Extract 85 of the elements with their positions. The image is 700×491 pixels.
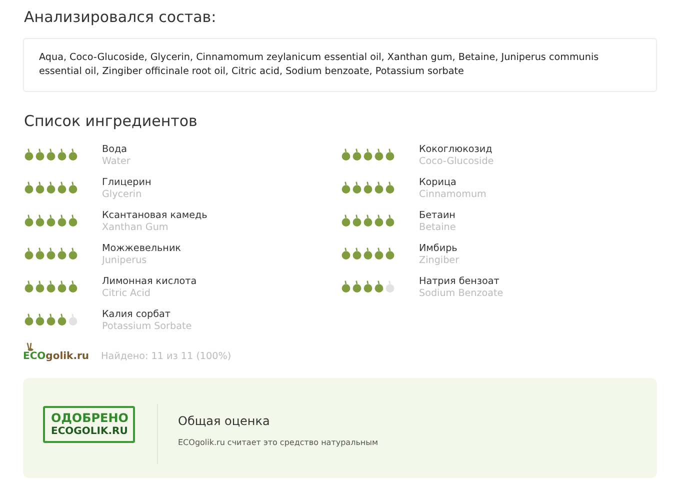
apple-icon	[374, 214, 384, 227]
apple-icon	[385, 280, 395, 293]
apple-icon	[68, 280, 78, 293]
section-title: Анализировался состав:	[24, 8, 218, 26]
apple-icon	[68, 247, 78, 260]
apple-icon	[68, 214, 78, 227]
apple-icon	[35, 313, 45, 326]
apple-icon	[24, 313, 34, 326]
apple-icon	[385, 181, 395, 194]
ingredient-name: Имбирь	[419, 243, 458, 255]
apple-icon	[363, 181, 373, 194]
ingredient-name: Кокоглюкозид	[419, 144, 494, 156]
apple-icon	[57, 181, 67, 194]
apple-icon	[385, 214, 395, 227]
ingredient-name: Ксантановая камедь	[102, 210, 208, 222]
ingredient-name: Вода	[102, 144, 128, 156]
ingredient-latin-name: Betaine	[419, 222, 456, 234]
ingredient-latin-name: Citric Acid	[102, 288, 152, 300]
ingredient-latin-name: Cinnamomum	[419, 189, 486, 201]
apple-icon	[57, 313, 67, 326]
apple-icon	[46, 181, 56, 194]
found-count: Найдено: 11 из 11 (100%)	[101, 350, 232, 362]
apple-icon	[341, 214, 351, 227]
apple-icon	[68, 313, 78, 326]
apple-icon	[352, 280, 362, 293]
apple-icon	[374, 280, 384, 293]
apple-icon	[68, 148, 78, 161]
apple-icon	[363, 214, 373, 227]
apple-icon	[352, 247, 362, 260]
apple-icon	[57, 280, 67, 293]
apple-icon	[352, 148, 362, 161]
ingredient-latin-name: Sodium Benzoate	[419, 288, 504, 300]
apple-icon	[352, 181, 362, 194]
ingredient-latin-name: Zingiber	[419, 255, 460, 267]
apple-icon	[24, 148, 34, 161]
apple-icon	[363, 280, 373, 293]
ingredient-name: Натрия бензоат	[419, 276, 500, 288]
apple-icon	[374, 247, 384, 260]
apple-icon	[68, 181, 78, 194]
ingredient-name: Можжевельник	[102, 243, 181, 255]
apple-icon	[341, 280, 351, 293]
apple-icon	[46, 247, 56, 260]
ingredient-latin-name: Potassium Sorbate	[102, 321, 192, 333]
ingredient-latin-name: Glycerin	[102, 189, 143, 201]
approval-stamp: ОДОБРЕНО ECOGOLIK.RU	[43, 406, 135, 443]
apple-icon	[24, 181, 34, 194]
ingredient-name: Лимонная кислота	[102, 276, 197, 288]
apple-icon	[374, 148, 384, 161]
apple-icon	[35, 181, 45, 194]
ingredient-latin-name: Coco-Glucoside	[419, 156, 494, 168]
apple-icon	[24, 280, 34, 293]
apple-icon	[374, 181, 384, 194]
apple-icon	[46, 148, 56, 161]
ingredient-name: Бетаин	[419, 210, 456, 222]
ingredient-name: Корица	[419, 177, 458, 189]
ingredient-latin-name: Water	[102, 156, 130, 168]
ingredient-name: Глицерин	[102, 177, 152, 189]
apple-icon	[35, 247, 45, 260]
ingredient-latin-name: Juniperus	[102, 255, 148, 267]
apple-icon	[46, 313, 56, 326]
apple-icon	[352, 214, 362, 227]
apple-icon	[46, 280, 56, 293]
apple-icon	[363, 148, 373, 161]
ingredient-latin-name: Xanthan Gum	[102, 222, 170, 234]
apple-icon	[46, 214, 56, 227]
apple-icon	[57, 214, 67, 227]
apple-icon	[341, 247, 351, 260]
apple-icon	[385, 148, 395, 161]
apple-icon	[24, 247, 34, 260]
apple-icon	[341, 148, 351, 161]
apple-icon	[341, 181, 351, 194]
apple-icon	[35, 214, 45, 227]
apple-icon	[57, 247, 67, 260]
apple-icon	[35, 280, 45, 293]
apple-icon	[363, 247, 373, 260]
apple-icon	[24, 214, 34, 227]
apple-icon	[57, 148, 67, 161]
composition-text: Aqua, Coco-Glucoside, Glycerin, Cinnamomum zeylanicum essential oil, Xanthan gum, Betaine, Juniperus communis essential oil, Zingiber officinale root oil, Citric acid, Sodium benzoate, Potassium sorbate	[39, 51, 600, 79]
apple-icon	[385, 247, 395, 260]
ingredient-name: Калия сорбат	[102, 309, 172, 321]
verdict-text: ECOgolik.ru считает это средство натуральным	[178, 438, 378, 447]
apple-icon	[35, 148, 45, 161]
logo-text: ECOgolik.ru	[23, 351, 90, 362]
verdict-title: Общая оценка	[178, 414, 271, 428]
section-title: Список ингредиентов	[24, 112, 198, 130]
